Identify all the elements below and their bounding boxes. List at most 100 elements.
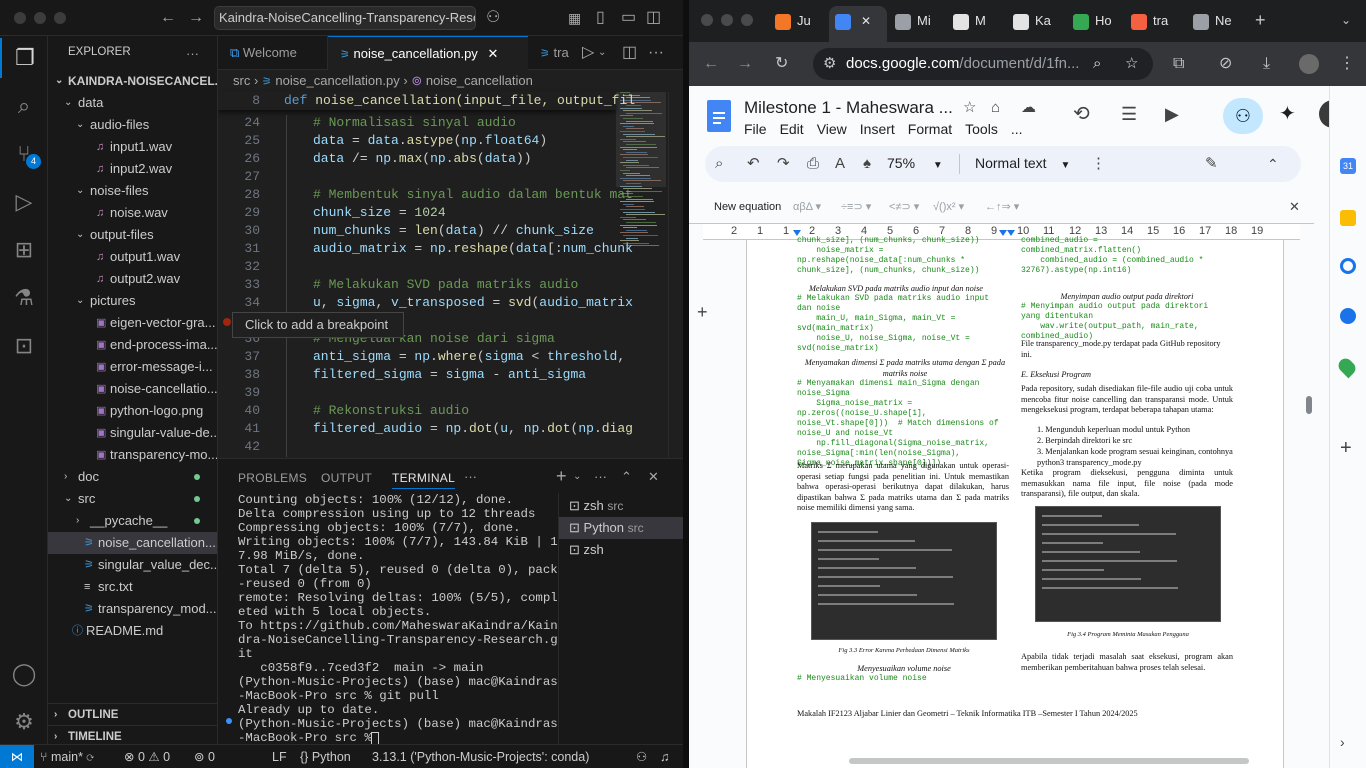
close-window-button[interactable] bbox=[14, 12, 26, 24]
file-tree-item[interactable]: ▣ end-process-ima... bbox=[48, 334, 217, 356]
outline-section[interactable]: › OUTLINE bbox=[48, 703, 217, 725]
file-tree-item[interactable]: ⌄ pictures bbox=[48, 290, 217, 312]
zoom-window-button[interactable] bbox=[54, 12, 66, 24]
get-addons-icon[interactable]: + bbox=[1340, 438, 1352, 458]
toggle-panel-icon[interactable]: ▭ bbox=[621, 10, 636, 26]
file-tree-item[interactable]: ▣ error-message-i... bbox=[48, 356, 217, 378]
file-tree-item[interactable]: ⓘ README.md bbox=[48, 620, 217, 642]
document-page[interactable]: chunk_size], (num_chunks, chunk_size)) n… bbox=[746, 236, 1284, 768]
breadcrumb-file[interactable]: noise_cancellation.py bbox=[275, 73, 399, 88]
more-tools-icon[interactable]: ⋮ bbox=[1091, 156, 1106, 172]
zoom-search-icon[interactable]: ⌕ bbox=[1093, 48, 1101, 80]
browser-tab[interactable]: Ho bbox=[1067, 8, 1121, 34]
comments-icon[interactable]: ☰ bbox=[1121, 105, 1137, 123]
split-editor-icon[interactable]: ◫ bbox=[622, 45, 637, 61]
forward-arrow-icon[interactable]: → bbox=[188, 10, 204, 26]
print-icon[interactable]: ⎙ bbox=[807, 156, 819, 172]
more-actions-icon[interactable]: ··· bbox=[594, 469, 607, 485]
command-decoration-icon[interactable] bbox=[226, 718, 232, 724]
close-equation-icon[interactable]: ✕ bbox=[1289, 199, 1300, 215]
file-tree-item[interactable]: ▣ python-logo.png bbox=[48, 400, 217, 422]
menu-view[interactable]: View bbox=[817, 121, 847, 137]
workspace-root[interactable]: ⌄ KAINDRA-NOISECANCEL... bbox=[48, 70, 217, 92]
center-marker[interactable] bbox=[999, 230, 1007, 236]
extension-icon[interactable]: ⊘ bbox=[1219, 56, 1232, 72]
minimize-window-button[interactable] bbox=[34, 12, 46, 24]
eol-status[interactable]: LF bbox=[272, 745, 287, 768]
toggle-panel-layout-icon[interactable]: ▦ bbox=[568, 10, 581, 26]
file-tree-item[interactable]: ♫ noise.wav bbox=[48, 202, 217, 224]
horizontal-ruler[interactable]: 2 1 1 2 3 4 5 6 7 8 9 10 11 12 13 14 15 16 17 18 19 bbox=[703, 224, 1300, 240]
minimize-window-button[interactable] bbox=[721, 14, 733, 26]
file-tree-item[interactable]: ▣ eigen-vector-gra... bbox=[48, 312, 217, 334]
terminal-item-zsh-src[interactable]: ⊡ zsh src bbox=[559, 495, 683, 517]
remote-explorer-icon[interactable]: ⊡ bbox=[0, 326, 48, 366]
editor-scrollbar[interactable] bbox=[668, 92, 683, 458]
testing-icon[interactable]: ⚗ bbox=[0, 278, 48, 318]
maximize-panel-icon[interactable]: ⌃ bbox=[621, 469, 632, 485]
copilot-icon[interactable]: ⚇ bbox=[486, 10, 500, 26]
browser-tab[interactable]: tra bbox=[1125, 8, 1179, 34]
editing-mode-icon[interactable]: ✎ bbox=[1205, 156, 1218, 172]
menu-file[interactable]: File bbox=[744, 121, 767, 137]
back-arrow-icon[interactable]: ← bbox=[703, 56, 719, 72]
zoom-select[interactable]: 75% ▼ bbox=[887, 155, 943, 171]
branch-status[interactable]: ⑂ main* ⟳ bbox=[40, 745, 94, 768]
terminal-output[interactable]: Counting objects: 100% (12/12), done. Del… bbox=[226, 493, 558, 745]
tab-welcome[interactable]: ⧉ Welcome bbox=[218, 36, 328, 70]
docs-logo-icon[interactable] bbox=[707, 100, 731, 132]
browser-tab[interactable]: ✕ bbox=[829, 6, 887, 42]
paint-format-icon[interactable]: ♠ bbox=[863, 156, 871, 172]
tab-output[interactable]: OUTPUT bbox=[321, 471, 372, 485]
ports-status[interactable]: ⊚ 0 bbox=[194, 745, 215, 768]
file-tree-item[interactable]: ▣ singular-value-de... bbox=[48, 422, 217, 444]
browser-tab[interactable]: M bbox=[947, 8, 1001, 34]
contacts-icon[interactable] bbox=[1340, 308, 1356, 324]
file-tree-item[interactable]: ⚞ transparency_mod... bbox=[48, 598, 217, 620]
hide-menus-icon[interactable]: ⌃ bbox=[1267, 156, 1279, 172]
file-tree-item[interactable]: ▣ noise-cancellatio... bbox=[48, 378, 217, 400]
menu-tools[interactable]: Tools bbox=[965, 121, 998, 137]
run-debug-icon[interactable]: ▷ bbox=[0, 182, 48, 222]
toggle-sidebar-icon[interactable]: ▯ bbox=[596, 10, 605, 26]
omnibox[interactable]: ⚙ docs.google.com/document/d/1fn... ⌕ ☆ bbox=[813, 48, 1153, 80]
chrome-menu-icon[interactable]: ⋮ bbox=[1339, 56, 1355, 72]
version-history-icon[interactable]: ⟲ bbox=[1073, 104, 1090, 124]
profile-avatar[interactable] bbox=[1299, 54, 1319, 74]
accounts-icon[interactable]: ◯ bbox=[0, 654, 48, 694]
reload-icon[interactable]: ↻ bbox=[775, 56, 788, 72]
language-status[interactable]: {} Python bbox=[300, 745, 351, 768]
right-indent-marker[interactable] bbox=[1007, 230, 1015, 236]
file-tree-item[interactable]: ♫ output1.wav bbox=[48, 246, 217, 268]
run-dropdown-icon[interactable]: ⌄ bbox=[598, 45, 606, 61]
file-tree-item[interactable]: ⚞ singular_value_dec... bbox=[48, 554, 217, 576]
file-tree-item[interactable]: ♫ output2.wav bbox=[48, 268, 217, 290]
command-center[interactable]: Kaindra-NoiseCancelling-Transparency-Res… bbox=[214, 6, 476, 30]
run-python-icon[interactable]: ▷ bbox=[582, 45, 594, 61]
tab-problems[interactable]: PROBLEMS bbox=[238, 471, 307, 485]
browser-tab[interactable]: Ne bbox=[1187, 8, 1241, 34]
file-tree-item[interactable]: ⌄ src bbox=[48, 488, 217, 510]
back-arrow-icon[interactable]: ← bbox=[160, 10, 176, 26]
gemini-icon[interactable]: ✦ bbox=[1279, 104, 1296, 124]
spellcheck-icon[interactable]: A bbox=[835, 156, 845, 172]
breadcrumb-symbol[interactable]: noise_cancellation bbox=[426, 73, 533, 88]
equation-group-dropdown[interactable]: √()x² ▾ bbox=[933, 200, 964, 213]
file-tree-item[interactable]: › __pycache__ bbox=[48, 510, 217, 532]
bookmark-star-icon[interactable]: ☆ bbox=[1125, 48, 1138, 80]
redo-icon[interactable]: ↷ bbox=[777, 156, 790, 172]
remote-indicator-icon[interactable]: ⋈ bbox=[0, 745, 34, 768]
file-tree-item[interactable]: ⌄ data bbox=[48, 92, 217, 114]
tab-noise-cancellation[interactable]: ⚞ noise_cancellation.py ✕ bbox=[328, 36, 528, 70]
undo-icon[interactable]: ↶ bbox=[747, 156, 760, 172]
more-actions-icon[interactable]: ··· bbox=[186, 46, 199, 62]
browser-tab[interactable]: Ka bbox=[1007, 8, 1061, 34]
file-tree-item[interactable]: ♫ input2.wav bbox=[48, 158, 217, 180]
explorer-icon[interactable]: ❐ bbox=[0, 38, 48, 78]
tasks-icon[interactable] bbox=[1340, 258, 1356, 274]
horizontal-scrollbar[interactable] bbox=[849, 758, 1249, 764]
terminal-item-python-src[interactable]: ⊡ Python src bbox=[559, 517, 683, 539]
site-info-icon[interactable]: ⚙ bbox=[823, 48, 836, 80]
document-title[interactable]: Milestone 1 - Maheswara ... bbox=[744, 98, 953, 118]
docs-scrollbar[interactable] bbox=[1303, 240, 1315, 768]
